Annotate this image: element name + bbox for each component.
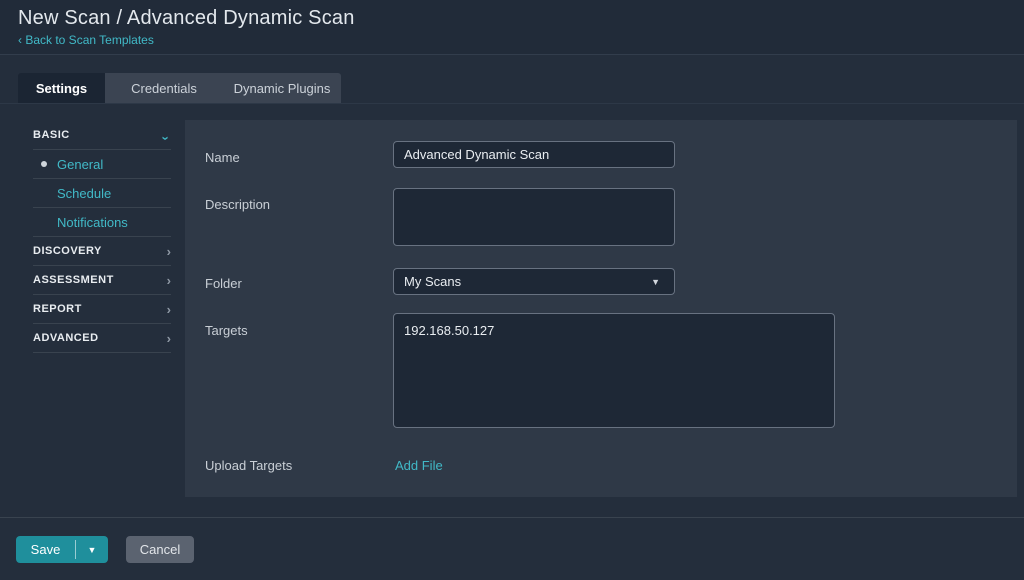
sidebar-section-report[interactable]: REPORT ›	[33, 295, 171, 324]
sidebar-item-general[interactable]: General	[33, 150, 171, 179]
tab-dynamic-plugins[interactable]: Dynamic Plugins	[223, 73, 341, 103]
page-title: New Scan / Advanced Dynamic Scan	[18, 7, 1024, 30]
sidebar-section-report-label: REPORT	[33, 303, 161, 315]
cancel-button[interactable]: Cancel	[126, 536, 194, 563]
chevron-down-icon: ›	[160, 130, 173, 140]
settings-sidebar: BASIC › General Schedule Notifications D…	[33, 121, 171, 353]
sidebar-section-assessment[interactable]: ASSESSMENT ›	[33, 266, 171, 295]
settings-form-panel: Name Description Folder My Scans ▼ Targe…	[185, 120, 1017, 497]
name-label: Name	[205, 150, 240, 165]
folder-label: Folder	[205, 276, 242, 291]
tabbar: Settings Credentials Dynamic Plugins	[18, 73, 341, 103]
description-input[interactable]	[393, 188, 675, 246]
footer-divider	[0, 517, 1024, 518]
dropdown-caret-icon: ▼	[651, 277, 660, 287]
page-header: New Scan / Advanced Dynamic Scan ‹ Back …	[0, 0, 1024, 55]
sidebar-section-discovery-label: DISCOVERY	[33, 245, 161, 257]
chevron-right-icon: ›	[161, 303, 171, 316]
sidebar-section-basic[interactable]: BASIC ›	[33, 121, 171, 150]
tab-settings[interactable]: Settings	[18, 73, 105, 103]
targets-label: Targets	[205, 323, 248, 338]
folder-select-value: My Scans	[404, 274, 461, 289]
back-to-scan-templates-link[interactable]: ‹ Back to Scan Templates	[18, 33, 154, 47]
sidebar-section-discovery[interactable]: DISCOVERY ›	[33, 237, 171, 266]
active-item-bullet-icon	[41, 161, 47, 167]
sidebar-section-assessment-label: ASSESSMENT	[33, 274, 161, 286]
sidebar-section-advanced-label: ADVANCED	[33, 332, 161, 344]
upload-targets-label: Upload Targets	[205, 458, 292, 473]
sidebar-section-advanced[interactable]: ADVANCED ›	[33, 324, 171, 353]
sidebar-item-schedule[interactable]: Schedule	[33, 179, 171, 208]
add-file-link[interactable]: Add File	[395, 458, 443, 473]
sidebar-item-notifications-label: Notifications	[33, 215, 171, 230]
description-label: Description	[205, 197, 270, 212]
sidebar-item-schedule-label: Schedule	[33, 186, 171, 201]
save-split-button: Save ▼	[16, 536, 108, 563]
inactive-tab-group: Credentials Dynamic Plugins	[105, 73, 341, 103]
tab-credentials[interactable]: Credentials	[105, 73, 223, 103]
tabbar-underline	[0, 103, 1024, 104]
chevron-right-icon: ›	[161, 274, 171, 287]
chevron-right-icon: ›	[161, 332, 171, 345]
folder-select[interactable]: My Scans ▼	[393, 268, 675, 295]
sidebar-section-basic-label: BASIC	[33, 129, 161, 141]
targets-input[interactable]: 192.168.50.127	[393, 313, 835, 428]
save-button[interactable]: Save	[16, 536, 75, 563]
save-options-caret-button[interactable]: ▼	[76, 536, 108, 563]
sidebar-item-general-label: General	[33, 157, 171, 172]
sidebar-item-notifications[interactable]: Notifications	[33, 208, 171, 237]
name-input[interactable]	[393, 141, 675, 168]
chevron-right-icon: ›	[161, 245, 171, 258]
